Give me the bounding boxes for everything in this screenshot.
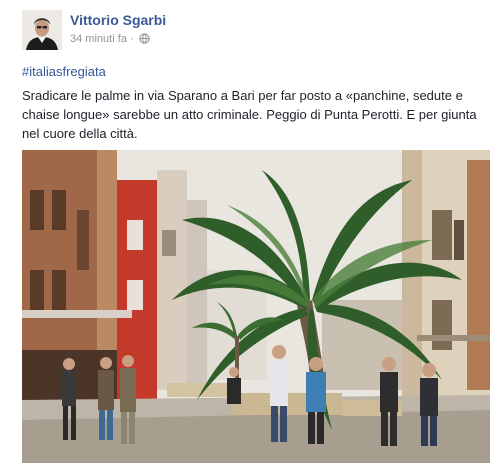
avatar-portrait bbox=[22, 10, 62, 50]
post-text: Sradicare le palme in via Sparano a Bari… bbox=[22, 88, 477, 141]
globe-icon[interactable] bbox=[139, 33, 150, 47]
post-photo[interactable] bbox=[22, 150, 490, 463]
author-avatar[interactable] bbox=[22, 10, 62, 50]
meta-separator: · bbox=[129, 33, 134, 45]
author-name[interactable]: Vittorio Sgarbi bbox=[70, 12, 166, 28]
post-meta: 34 minuti fa · bbox=[70, 33, 150, 47]
street-palm-illustration bbox=[22, 150, 490, 463]
facebook-post: Vittorio Sgarbi 34 minuti fa · #italiasf… bbox=[0, 0, 500, 475]
post-timestamp[interactable]: 34 minuti fa bbox=[70, 33, 127, 45]
hashtag-link[interactable]: #italiasfregiata bbox=[22, 64, 106, 79]
